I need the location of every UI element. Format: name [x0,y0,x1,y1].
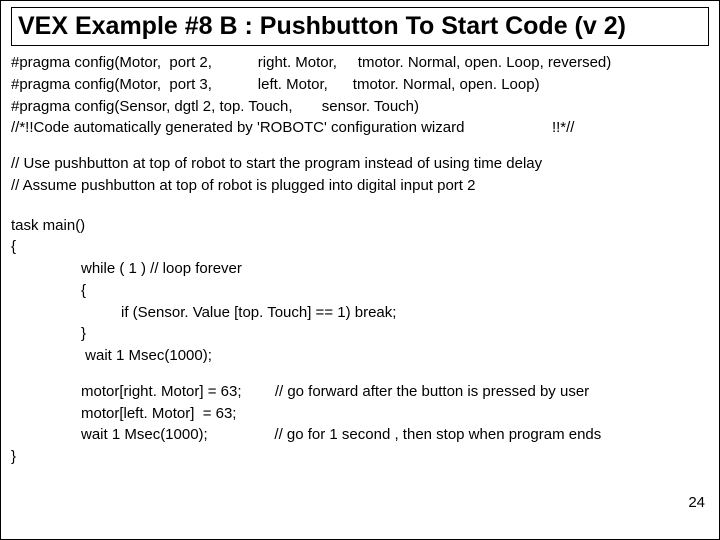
pragma-line-3: #pragma config(Sensor, dgtl 2, top. Touc… [11,96,709,118]
comment-line-1: // Use pushbutton at top of robot to sta… [11,153,709,175]
slide-body: #pragma config(Motor, port 2, right. Mot… [11,52,709,468]
code-open-brace: { [11,236,709,258]
slide-title: VEX Example #8 B : Pushbutton To Start C… [18,12,702,41]
code-wait2: wait 1 Msec(1000); // go for 1 second , … [11,424,709,446]
code-task: task main() [11,215,709,237]
slide: VEX Example #8 B : Pushbutton To Start C… [0,0,720,540]
code-close-brace: } [11,446,709,468]
comment-block: // Use pushbutton at top of robot to sta… [11,153,709,197]
code-while-close: } [11,323,709,345]
code-motor-left: motor[left. Motor] = 63; [11,403,709,425]
title-box: VEX Example #8 B : Pushbutton To Start C… [11,7,709,46]
code-block: task main() { while ( 1 ) // loop foreve… [11,215,709,468]
code-wait1: wait 1 Msec(1000); [11,345,709,367]
page-number: 24 [688,494,705,511]
pragma-line-2: #pragma config(Motor, port 3, left. Moto… [11,74,709,96]
pragma-line-1: #pragma config(Motor, port 2, right. Mot… [11,52,709,74]
code-while: while ( 1 ) // loop forever [11,258,709,280]
comment-line-2: // Assume pushbutton at top of robot is … [11,175,709,197]
pragma-block: #pragma config(Motor, port 2, right. Mot… [11,52,709,139]
code-blank [11,367,709,381]
code-motor-right: motor[right. Motor] = 63; // go forward … [11,381,709,403]
code-if: if (Sensor. Value [top. Touch] == 1) bre… [11,302,709,324]
pragma-line-4: //*!!Code automatically generated by 'RO… [11,117,709,139]
code-while-open: { [11,280,709,302]
